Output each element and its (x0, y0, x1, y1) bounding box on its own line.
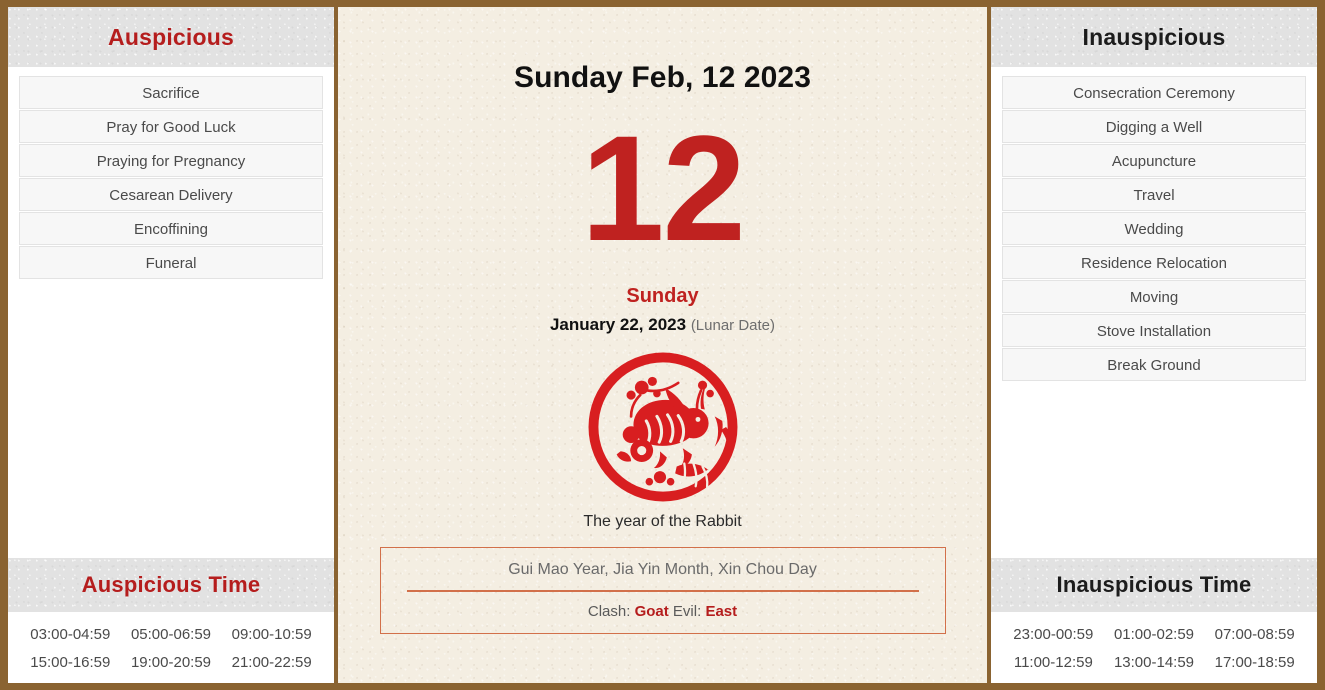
list-item[interactable]: Travel (1002, 178, 1306, 211)
time-slot: 13:00-14:59 (1113, 654, 1195, 671)
day-number: 12 (581, 104, 746, 272)
time-slot: 23:00-00:59 (1013, 626, 1094, 643)
auspicious-time-header: Auspicious Time (8, 558, 334, 612)
pillars-info-box: Gui Mao Year, Jia Yin Month, Xin Chou Da… (379, 547, 946, 634)
inauspicious-header: Inauspicious (991, 7, 1317, 67)
auspicious-time-grid: 03:00-04:59 05:00-06:59 09:00-10:59 15:0… (8, 612, 334, 683)
date-panel: Sunday Feb, 12 2023 12 Sunday January 22… (338, 7, 987, 683)
page-title: Sunday Feb, 12 2023 (513, 61, 812, 94)
four-pillars-text: Gui Mao Year, Jia Yin Month, Xin Chou Da… (406, 561, 919, 592)
clash-evil-line: Clash: Goat Evil: East (407, 592, 919, 620)
evil-value: East (705, 603, 738, 620)
list-item[interactable]: Acupuncture (1002, 144, 1306, 177)
list-item[interactable]: Sacrifice (19, 76, 323, 109)
list-item[interactable]: Break Ground (1002, 348, 1306, 381)
list-item[interactable]: Moving (1002, 280, 1306, 313)
auspicious-header: Auspicious (8, 7, 334, 67)
time-slot: 11:00-12:59 (1013, 654, 1093, 671)
time-slot: 15:00-16:59 (30, 654, 111, 671)
clash-label: Clash: (587, 603, 631, 620)
list-item[interactable]: Consecration Ceremony (1002, 76, 1306, 109)
time-slot: 17:00-18:59 (1214, 654, 1295, 671)
list-item[interactable]: Stove Installation (1002, 314, 1306, 347)
clash-value: Goat (634, 603, 669, 620)
time-slot: 19:00-20:59 (130, 654, 212, 671)
lunar-date-note: (Lunar Date) (690, 317, 776, 334)
inauspicious-time-grid: 23:00-00:59 01:00-02:59 07:00-08:59 11:0… (991, 612, 1317, 683)
time-slot: 05:00-06:59 (130, 626, 212, 643)
rabbit-papercut-icon (588, 352, 737, 502)
evil-label: Evil: (672, 603, 702, 620)
list-item[interactable]: Digging a Well (1002, 110, 1306, 143)
zodiac-caption: The year of the Rabbit (583, 513, 742, 530)
list-item[interactable]: Pray for Good Luck (19, 110, 323, 143)
auspicious-panel: Auspicious Sacrifice Pray for Good Luck … (8, 7, 334, 683)
auspicious-list: Sacrifice Pray for Good Luck Praying for… (8, 67, 334, 558)
list-item[interactable]: Encoffining (19, 212, 323, 245)
weekday-label: Sunday (626, 285, 699, 307)
time-slot: 03:00-04:59 (30, 626, 111, 643)
inauspicious-time-block: Inauspicious Time 23:00-00:59 01:00-02:5… (991, 558, 1317, 683)
time-slot: 09:00-10:59 (231, 626, 312, 643)
inauspicious-list: Consecration Ceremony Digging a Well Acu… (991, 67, 1317, 558)
inauspicious-time-header: Inauspicious Time (991, 558, 1317, 612)
list-item[interactable]: Wedding (1002, 212, 1306, 245)
list-item[interactable]: Residence Relocation (1002, 246, 1306, 279)
time-slot: 07:00-08:59 (1214, 626, 1295, 643)
almanac-page: Auspicious Sacrifice Pray for Good Luck … (0, 0, 1325, 690)
inauspicious-panel: Inauspicious Consecration Ceremony Diggi… (991, 7, 1317, 683)
time-slot: 01:00-02:59 (1113, 626, 1195, 643)
time-slot: 21:00-22:59 (231, 654, 312, 671)
list-item[interactable]: Funeral (19, 246, 323, 279)
lunar-date-line: January 22, 2023 (Lunar Date) (550, 315, 775, 335)
lunar-date: January 22, 2023 (549, 315, 687, 334)
list-item[interactable]: Cesarean Delivery (19, 178, 323, 211)
list-item[interactable]: Praying for Pregnancy (19, 144, 323, 177)
auspicious-time-block: Auspicious Time 03:00-04:59 05:00-06:59 … (8, 558, 334, 683)
